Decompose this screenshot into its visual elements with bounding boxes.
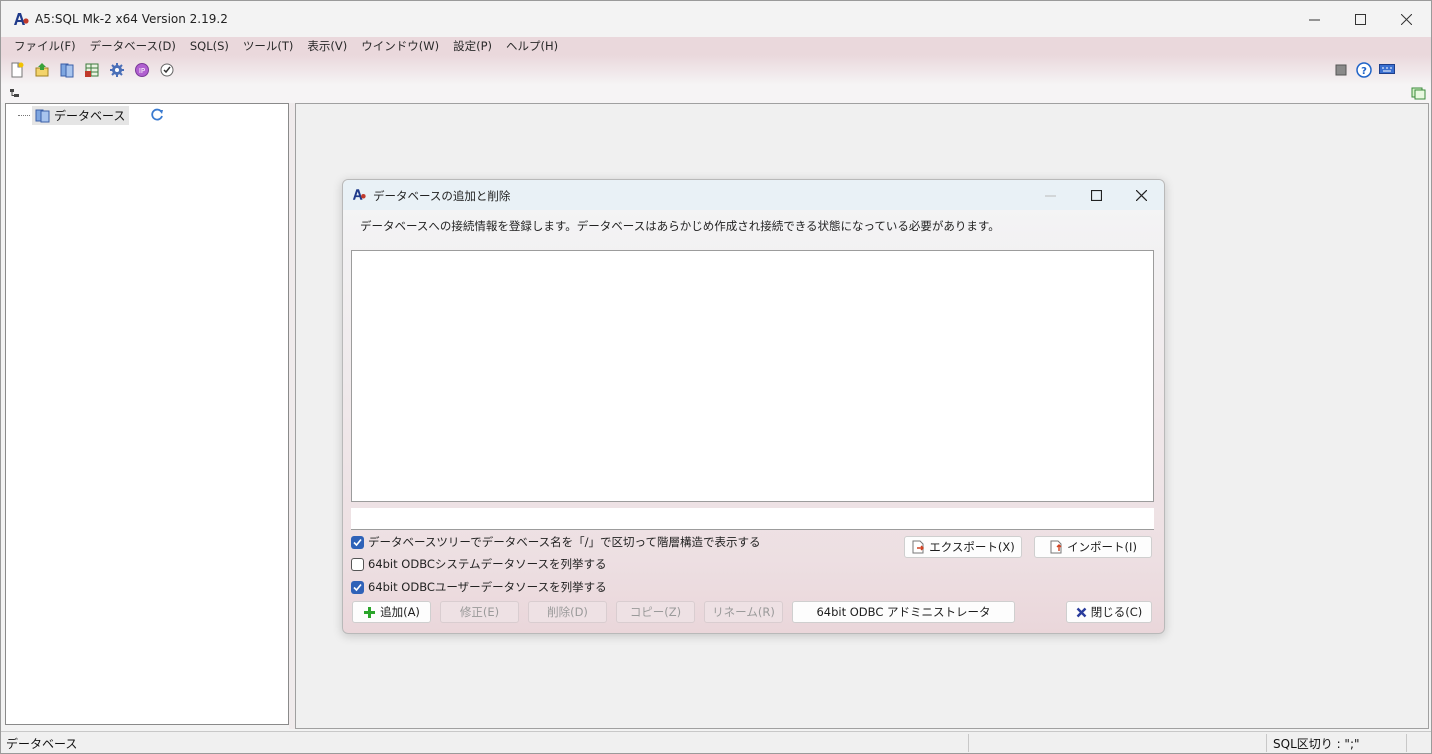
- status-sql-separator: SQL区切り : ";": [1273, 736, 1360, 751]
- import-icon: [1050, 540, 1062, 554]
- hierarchy-checkbox-row[interactable]: データベースツリーでデータベース名を「/」で区切って階層構造で表示する: [351, 534, 760, 550]
- add-button[interactable]: 追加(A): [352, 601, 431, 623]
- close-icon: [1400, 13, 1412, 25]
- user-dsn-checkbox[interactable]: [351, 580, 364, 594]
- help-icon[interactable]: ?: [1356, 62, 1372, 78]
- close-button-label: 閉じる(C): [1090, 605, 1143, 619]
- app-logo-icon: [352, 189, 366, 200]
- keyboard-icon[interactable]: [1379, 64, 1395, 74]
- system-dsn-checkbox-label: 64bit ODBCシステムデータソースを列挙する: [368, 557, 607, 571]
- edit-button[interactable]: 修正(E): [440, 601, 519, 623]
- menu-file[interactable]: ファイル(F): [7, 38, 83, 54]
- windows-icon[interactable]: [1411, 85, 1427, 101]
- stop-icon[interactable]: [1335, 64, 1347, 76]
- export-icon: [912, 540, 925, 554]
- minimize-icon: [1044, 195, 1056, 196]
- open-icon[interactable]: [34, 62, 50, 78]
- odbc-admin-button-label: 64bit ODBC アドミニストレータ: [816, 605, 991, 619]
- table-icon[interactable]: [84, 62, 100, 78]
- menu-sql[interactable]: SQL(S): [183, 39, 236, 53]
- rename-button-label: リネーム(R): [712, 605, 775, 619]
- tree-connector: [18, 114, 30, 116]
- user-dsn-checkbox-row[interactable]: 64bit ODBCユーザーデータソースを列挙する: [351, 579, 607, 595]
- menu-settings[interactable]: 設定(P): [446, 38, 499, 54]
- minimize-button[interactable]: [1291, 1, 1337, 37]
- status-divider: [1406, 734, 1407, 752]
- checkmark-icon: [353, 538, 362, 546]
- status-bar: データベース SQL区切り : ";": [1, 731, 1431, 753]
- maximize-button[interactable]: [1337, 1, 1383, 37]
- database-manager-dialog: データベースの追加と削除 データベースへの接続情報を登録します。データベースはあ…: [342, 179, 1165, 634]
- new-file-icon[interactable]: [9, 62, 25, 78]
- dialog-title: データベースの追加と削除: [373, 189, 511, 203]
- status-divider: [968, 734, 969, 752]
- system-dsn-checkbox[interactable]: [351, 557, 364, 571]
- export-button-label: エクスポート(X): [929, 540, 1015, 554]
- export-button[interactable]: エクスポート(X): [904, 536, 1022, 558]
- check-icon[interactable]: [159, 62, 175, 78]
- database-list[interactable]: [351, 250, 1154, 502]
- app-window: A5:SQL Mk-2 x64 Version 2.19.2 ファイル(F) デ…: [0, 0, 1432, 754]
- window-title: A5:SQL Mk-2 x64 Version 2.19.2: [35, 12, 228, 26]
- svg-text:IP: IP: [139, 67, 145, 75]
- tree-root-label[interactable]: データベース: [32, 105, 130, 125]
- hierarchy-checkbox-label: データベースツリーでデータベース名を「/」で区切って階層構造で表示する: [368, 535, 761, 549]
- edit-button-label: 修正(E): [459, 605, 500, 619]
- delete-button[interactable]: 削除(D): [528, 601, 607, 623]
- database-icon: [35, 109, 50, 122]
- gear-icon[interactable]: [109, 62, 125, 78]
- status-divider: [1266, 734, 1267, 752]
- import-button[interactable]: インポート(I): [1034, 536, 1152, 558]
- menu-view[interactable]: 表示(V): [300, 38, 354, 54]
- sub-toolbar: [1, 85, 1431, 103]
- dialog-title-bar: データベースの追加と削除: [343, 180, 1164, 210]
- import-button-label: インポート(I): [1067, 540, 1137, 554]
- menu-help[interactable]: ヘルプ(H): [499, 38, 565, 54]
- add-button-label: 追加(A): [380, 605, 420, 619]
- title-bar: A5:SQL Mk-2 x64 Version 2.19.2: [1, 1, 1431, 37]
- checkmark-icon: [353, 583, 362, 591]
- database-info-field: [351, 508, 1154, 530]
- menu-window[interactable]: ウインドウ(W): [354, 38, 446, 54]
- dialog-maximize-button[interactable]: [1073, 180, 1119, 210]
- dialog-description: データベースへの接続情報を登録します。データベースはあらかじめ作成され接続できる…: [360, 219, 1000, 233]
- menu-bar: ファイル(F) データベース(D) SQL(S) ツール(T) 表示(V) ウイ…: [1, 37, 1431, 55]
- menu-database[interactable]: データベース(D): [83, 38, 183, 54]
- system-dsn-checkbox-row[interactable]: 64bit ODBCシステムデータソースを列挙する: [351, 556, 607, 572]
- close-icon: [1135, 189, 1147, 201]
- delete-button-label: 削除(D): [547, 605, 588, 619]
- tree-toggle-icon[interactable]: [9, 88, 21, 100]
- tree-root-node[interactable]: データベース: [18, 105, 165, 125]
- dialog-minimize-button: [1027, 180, 1073, 210]
- refresh-icon[interactable]: [149, 107, 165, 123]
- svg-text:?: ?: [1361, 66, 1367, 77]
- hierarchy-checkbox[interactable]: [351, 535, 364, 549]
- close-icon: [1076, 607, 1087, 617]
- status-left: データベース: [6, 736, 78, 751]
- close-button[interactable]: 閉じる(C): [1066, 601, 1152, 623]
- database-icon[interactable]: [59, 62, 75, 78]
- minimize-icon: [1308, 19, 1320, 20]
- odbc-admin-button[interactable]: 64bit ODBC アドミニストレータ: [792, 601, 1015, 623]
- dialog-close-x-button[interactable]: [1118, 180, 1164, 210]
- rename-button[interactable]: リネーム(R): [704, 601, 783, 623]
- maximize-icon: [1354, 13, 1366, 25]
- plus-icon: [364, 606, 376, 618]
- user-dsn-checkbox-label: 64bit ODBCユーザーデータソースを列挙する: [368, 580, 607, 594]
- app-logo-icon: [14, 13, 29, 25]
- copy-button-label: コピー(Z): [629, 605, 682, 619]
- maximize-icon: [1090, 189, 1102, 201]
- tree-root-text: データベース: [54, 108, 126, 123]
- database-tree-panel[interactable]: データベース: [5, 103, 289, 725]
- plugin-icon[interactable]: IP: [134, 62, 150, 78]
- close-window-button[interactable]: [1383, 1, 1429, 37]
- menu-tools[interactable]: ツール(T): [236, 38, 301, 54]
- copy-button[interactable]: コピー(Z): [616, 601, 695, 623]
- toolbar: IP ?: [1, 55, 1431, 85]
